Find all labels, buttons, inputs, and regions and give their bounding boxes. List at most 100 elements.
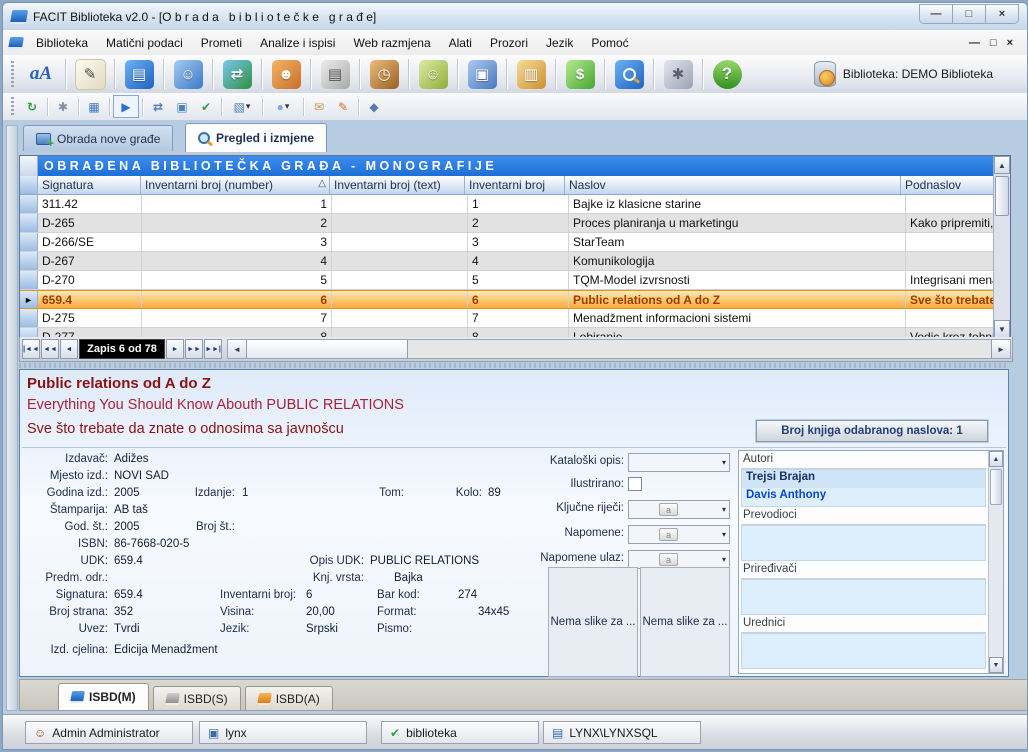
tab-isbd-s[interactable]: ISBD(S) — [153, 686, 241, 710]
scroll-down-button[interactable]: ▼ — [989, 657, 1003, 673]
row-selector[interactable] — [20, 233, 38, 251]
column-header-inventarni-broj-number[interactable]: Inventarni broj (number)△ — [141, 176, 330, 194]
scrollbar-thumb[interactable] — [995, 176, 1009, 216]
row-selector[interactable] — [20, 271, 38, 289]
tab-obrada-nove-grade[interactable]: Obrada nove građe — [23, 125, 173, 151]
menu-item-biblioteka[interactable]: Biblioteka — [27, 33, 97, 53]
fast-prev-button[interactable]: ◄◄ — [41, 339, 59, 359]
user-schedule-button[interactable]: ☺ — [412, 57, 454, 91]
scroll-up-button[interactable]: ▲ — [989, 451, 1003, 467]
mail-button[interactable]: ✉ — [307, 96, 331, 117]
priredivaci-listbox[interactable] — [741, 579, 986, 615]
napomene-combo[interactable]: a▾ — [628, 525, 730, 544]
autori-listbox[interactable]: Trejsi Brajan Davis Anthony — [741, 469, 986, 507]
mdi-close-button[interactable]: × — [1007, 37, 1013, 49]
menu-item-prometi[interactable]: Prometi — [192, 33, 251, 53]
text-a-button[interactable]: a — [659, 503, 678, 516]
menu-item-jezik[interactable]: Jezik — [537, 33, 582, 53]
scroll-up-button[interactable]: ▲ — [994, 156, 1010, 174]
menu-item-maticni-podaci[interactable]: Matični podaci — [97, 33, 192, 53]
column-header-inventarni-broj[interactable]: Inventarni broj — [465, 176, 565, 194]
kljucne-rijeci-combo[interactable]: a▾ — [628, 500, 730, 519]
close-button[interactable]: × — [986, 5, 1018, 23]
cube-button[interactable]: ◆ — [362, 96, 386, 117]
edit-note-button[interactable]: ✎ — [331, 96, 355, 117]
table-row[interactable]: D-265 2 2 Proces planiranja u marketingu… — [20, 214, 994, 233]
prevodioci-listbox[interactable] — [741, 525, 986, 561]
table-row[interactable]: D-267 4 4 Komunikologija — [20, 252, 994, 271]
grid-vertical-scrollbar[interactable]: ▲ ▼ — [993, 156, 1010, 338]
help-button[interactable]: ? — [706, 57, 748, 91]
settings-search-button[interactable]: ✱ — [657, 57, 699, 91]
time-machine-button[interactable]: ◷ — [363, 57, 405, 91]
row-selector[interactable] — [20, 195, 38, 213]
urednici-listbox[interactable] — [741, 633, 986, 669]
inventory-button[interactable]: ✎ — [69, 57, 111, 91]
scrollbar-track[interactable] — [408, 340, 991, 358]
book-count-button[interactable]: Broj knjiga odabranog naslova: 1 — [756, 420, 988, 442]
member-add-button[interactable]: ☺ — [167, 57, 209, 91]
tab-isbd-a[interactable]: ISBD(A) — [245, 686, 333, 710]
scrollbar-track[interactable] — [989, 507, 1003, 657]
mdi-restore-button[interactable]: □ — [990, 37, 997, 49]
menu-item-prozori[interactable]: Prozori — [481, 33, 537, 53]
next-record-button[interactable]: ► — [166, 339, 184, 359]
grid-refresh-button[interactable]: ⇄ — [146, 96, 170, 117]
table-row[interactable]: 311.42 1 1 Bajke iz klasicne starine — [20, 195, 994, 214]
catalog-button[interactable]: ▤ — [118, 57, 160, 91]
sync-button[interactable]: ↻ — [20, 96, 44, 117]
list-item-author[interactable]: Davis Anthony — [742, 488, 985, 506]
grid-horizontal-scrollbar[interactable]: ◄ ► — [227, 339, 1011, 359]
menu-item-web-razmjena[interactable]: Web razmjena — [344, 33, 439, 53]
maximize-button[interactable]: □ — [953, 5, 986, 23]
scrollbar-thumb[interactable] — [247, 340, 408, 358]
row-selector-current[interactable]: ► — [20, 291, 38, 308]
ilustrirano-checkbox[interactable] — [628, 477, 642, 491]
serials-button[interactable]: ▤ — [314, 57, 356, 91]
table-row[interactable]: D-270 5 5 TQM-Model izvrsnosti Integrisa… — [20, 271, 994, 290]
column-header-podnaslov[interactable]: Podnaslov — [901, 176, 994, 194]
kataloski-opis-combo[interactable]: ▾ — [628, 453, 730, 472]
report-view-button[interactable]: ▦ — [82, 96, 106, 117]
circulation-button[interactable]: ⇄ — [216, 57, 258, 91]
grid-save-button[interactable]: ▣ — [170, 96, 194, 117]
menu-item-pomoc[interactable]: Pomoć — [582, 33, 637, 53]
tab-pregled-i-izmjene[interactable]: Pregled i izmjene — [185, 123, 327, 152]
table-row-selected[interactable]: ► 659.4 6 6 Public relations od A do Z S… — [20, 290, 994, 309]
members-transfer-button[interactable]: ☻ — [265, 57, 307, 91]
statistics-button[interactable]: ▥ — [510, 57, 552, 91]
grid-confirm-button[interactable]: ✔ — [194, 96, 218, 117]
column-header-inventarni-broj-text[interactable]: Inventarni broj (text) — [330, 176, 465, 194]
form-settings-button[interactable]: ✱ — [51, 96, 75, 117]
row-selector[interactable] — [20, 309, 38, 327]
minimize-button[interactable]: — — [920, 5, 953, 23]
table-row[interactable]: D-275 7 7 Menadžment informacioni sistem… — [20, 309, 994, 328]
scroll-down-button[interactable]: ▼ — [994, 320, 1010, 338]
first-record-button[interactable]: |◄◄ — [22, 339, 40, 359]
catalog-cards-button[interactable]: ▣ — [461, 57, 503, 91]
menu-item-analize-i-ispisi[interactable]: Analize i ispisi — [251, 33, 344, 53]
contributors-scrollbar[interactable]: ▲ ▼ — [988, 451, 1003, 673]
splitter-handle[interactable] — [19, 363, 1009, 368]
menu-item-alati[interactable]: Alati — [440, 33, 481, 53]
fonts-button[interactable]: aA — [20, 57, 62, 91]
grid-export-button[interactable]: ▧▾ — [225, 96, 259, 117]
finance-button[interactable]: $ — [559, 57, 601, 91]
scroll-left-button[interactable]: ◄ — [228, 340, 247, 358]
row-selector[interactable] — [20, 214, 38, 232]
scroll-right-button[interactable]: ► — [991, 340, 1010, 358]
text-a-button[interactable]: a — [659, 553, 678, 566]
table-row[interactable]: D-266/SE 3 3 StarTeam — [20, 233, 994, 252]
fast-next-button[interactable]: ►► — [185, 339, 203, 359]
text-a-button[interactable]: a — [659, 528, 678, 541]
row-selector[interactable] — [20, 252, 38, 270]
column-header-naslov[interactable]: Naslov — [565, 176, 901, 194]
scrollbar-thumb[interactable] — [990, 469, 1002, 505]
tab-isbd-m[interactable]: ISBD(M) — [58, 683, 149, 710]
run-query-button[interactable]: ▶ — [113, 95, 139, 118]
list-item-author[interactable]: Trejsi Brajan — [742, 470, 985, 488]
prev-record-button[interactable]: ◄ — [60, 339, 78, 359]
last-record-button[interactable]: ►►| — [204, 339, 222, 359]
column-header-signatura[interactable]: Signatura — [38, 176, 141, 194]
scrollbar-track[interactable] — [994, 218, 1010, 320]
